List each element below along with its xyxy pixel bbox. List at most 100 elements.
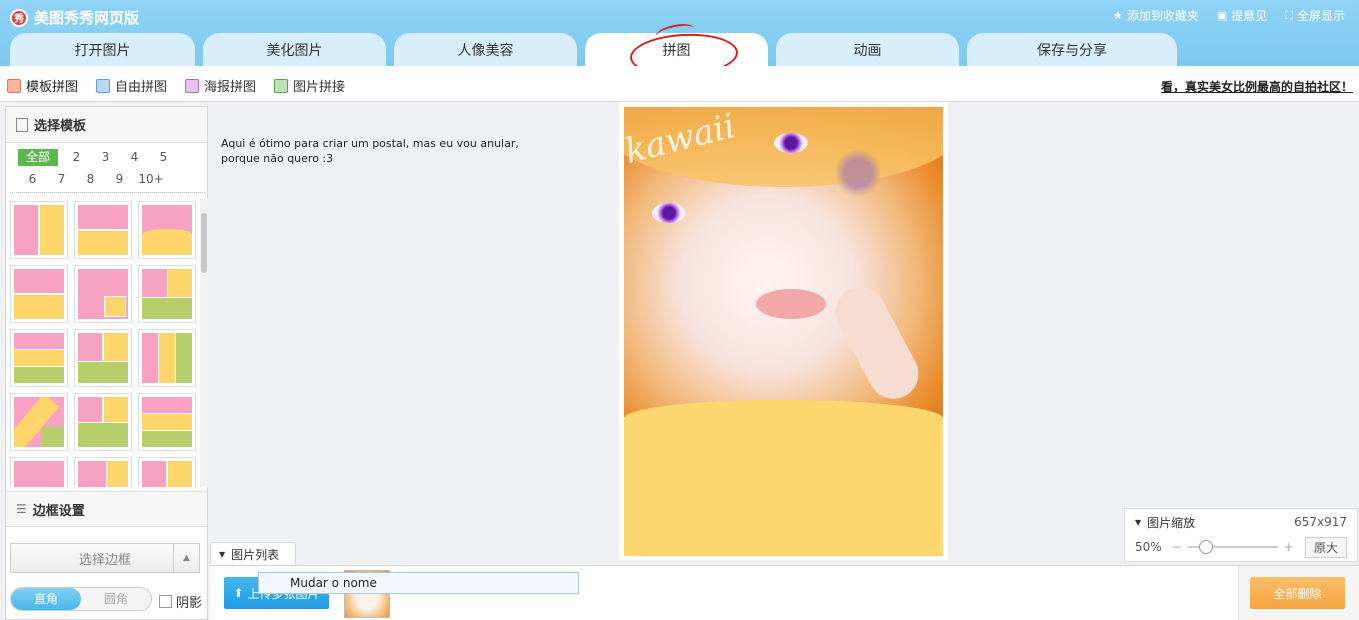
original-size-button[interactable]: 原大	[1304, 536, 1347, 558]
zoom-controls: 50% − + 原大	[1125, 535, 1357, 559]
template-thumbnail[interactable]	[74, 393, 132, 451]
filter-5[interactable]: 5	[149, 149, 178, 166]
zoom-in-icon[interactable]: +	[1284, 540, 1294, 554]
zoom-panel-header: ▼ 图片缩放 657x917	[1125, 509, 1357, 535]
collapse-triangle-icon[interactable]: ▼	[1135, 518, 1141, 527]
subtab-template-collage[interactable]: 模板拼图	[7, 76, 78, 95]
meitu-logo-icon: 秀	[10, 8, 28, 27]
template-thumbnail[interactable]	[10, 201, 68, 259]
zoom-percent: 50%	[1135, 540, 1162, 554]
filter-all[interactable]: 全部	[18, 149, 58, 166]
template-thumbnail[interactable]	[138, 393, 196, 451]
template-thumbnail[interactable]	[10, 457, 68, 487]
fullscreen-icon: ⛶	[1285, 8, 1293, 22]
subtab-label: 自由拼图	[115, 80, 168, 95]
template-thumbnail[interactable]	[10, 265, 68, 323]
delete-all-button[interactable]: 全部删除	[1250, 577, 1345, 609]
upload-arrow-icon: ⬆	[233, 586, 244, 600]
sub-toolbar: 模板拼图 自由拼图 海报拼图 图片拼接 看，真实美女比例最高的自拍社区！	[0, 66, 1359, 102]
filter-3[interactable]: 3	[91, 149, 120, 166]
delete-all-label: 全部删除	[1273, 586, 1322, 601]
template-icon	[16, 117, 28, 132]
zoom-panel: ▼ 图片缩放 657x917 50% − + 原大	[1124, 508, 1358, 562]
square-corner-option[interactable]: 直角	[11, 588, 81, 610]
template-thumbnail[interactable]	[74, 201, 132, 259]
comment-icon: ▣	[1216, 9, 1228, 22]
fullscreen-label: 全屏显示	[1296, 9, 1345, 23]
template-collage-icon	[7, 78, 21, 93]
tab-animation[interactable]: 动画	[776, 33, 959, 66]
template-thumbnail[interactable]	[74, 265, 132, 323]
tab-label: 人像美容	[457, 42, 514, 59]
subtab-free-collage[interactable]: 自由拼图	[96, 76, 167, 95]
add-favorite-label: 添加到收藏夹	[1126, 9, 1199, 23]
top-bar: 秀 美图秀秀网页版 ★ 添加到收藏夹 ▣ 提意见 ⛶ 全屏显示 打开图片 美化图…	[0, 0, 1359, 79]
image-list-tab[interactable]: ▼ 图片列表	[210, 542, 296, 566]
collage-photo[interactable]: kawaii	[624, 107, 943, 427]
tab-collage[interactable]: 拼图	[585, 21, 768, 79]
zoom-slider[interactable]	[1187, 540, 1278, 554]
tab-beautify[interactable]: 美化图片	[203, 33, 386, 66]
image-dimensions: 657x917	[1294, 515, 1347, 529]
free-collage-icon	[96, 78, 111, 93]
corner-style-toggle: 直角 圆角	[10, 587, 152, 611]
collapse-triangle-icon: ▼	[219, 550, 226, 559]
photo-lips	[756, 289, 826, 319]
template-grid	[8, 199, 198, 487]
user-note-text: Aqui é ótimo para criar um postal, mas e…	[221, 137, 519, 165]
rename-tooltip: Mudar o nome	[258, 572, 579, 594]
tab-portrait[interactable]: 人像美容	[394, 33, 577, 66]
subtab-image-stitch[interactable]: 图片拼接	[274, 76, 345, 95]
template-panel: 选择模板 全部 2 3 4 5 6 7 8 9 10+ ☰ 边框设置 选择边框 …	[5, 106, 208, 620]
subtab-poster-collage[interactable]: 海报拼图	[185, 76, 256, 95]
shadow-label: 阴影	[176, 596, 203, 611]
template-panel-header: 选择模板	[6, 107, 207, 143]
filter-8[interactable]: 8	[76, 171, 105, 188]
dropdown-arrow-icon: ▲	[173, 544, 199, 572]
tab-label: 打开图片	[74, 42, 131, 59]
collage-mode-tabs: 模板拼图 自由拼图 海报拼图 图片拼接	[7, 76, 345, 95]
image-stitch-icon	[274, 78, 289, 93]
subtab-label: 海报拼图	[204, 80, 257, 95]
template-thumbnail[interactable]	[138, 457, 196, 487]
collage-canvas[interactable]: kawaii	[619, 102, 948, 560]
tab-save-share[interactable]: 保存与分享	[967, 33, 1177, 66]
template-thumbnail[interactable]	[74, 457, 132, 487]
feedback-link[interactable]: ▣ 提意见	[1217, 7, 1267, 24]
scrollbar-thumb[interactable]	[201, 213, 207, 273]
template-thumbnail[interactable]	[10, 393, 68, 451]
piece-count-filters: 全部 2 3 4 5 6 7 8 9 10+	[10, 143, 205, 193]
fullscreen-link[interactable]: ⛶ 全屏显示	[1285, 7, 1345, 24]
shadow-checkbox[interactable]: 阴影	[159, 592, 202, 611]
shadow-checkbox-box[interactable]	[159, 595, 172, 608]
feedback-label: 提意见	[1231, 9, 1268, 23]
zoom-slider-knob[interactable]	[1198, 540, 1213, 554]
filter-4[interactable]: 4	[120, 149, 149, 166]
subtab-label: 图片拼接	[293, 80, 346, 95]
tab-label: 动画	[853, 42, 882, 59]
template-panel-title: 选择模板	[34, 119, 87, 134]
zoom-out-icon[interactable]: −	[1172, 540, 1182, 554]
add-favorite-link[interactable]: ★ 添加到收藏夹	[1113, 7, 1199, 24]
filter-2[interactable]: 2	[62, 149, 91, 166]
border-select-dropdown[interactable]: 选择边框 ▲	[10, 543, 200, 573]
template-thumbnail[interactable]	[10, 329, 68, 387]
template-thumbnail[interactable]	[138, 265, 196, 323]
template-thumbnail[interactable]	[74, 329, 132, 387]
tab-open-image[interactable]: 打开图片	[10, 33, 195, 66]
template-thumbnail[interactable]	[138, 329, 196, 387]
template-scrollbar[interactable]	[200, 199, 208, 487]
main-tabs: 打开图片 美化图片 人像美容 拼图 动画 保存与分享	[0, 21, 1200, 79]
poster-collage-icon	[185, 78, 200, 93]
template-thumbnail[interactable]	[138, 201, 196, 259]
filter-10-plus[interactable]: 10+	[134, 171, 168, 188]
round-corner-option[interactable]: 圆角	[81, 588, 151, 610]
promo-link[interactable]: 看，真实美女比例最高的自拍社区！	[1161, 78, 1353, 95]
filter-6[interactable]: 6	[18, 171, 47, 188]
filter-9[interactable]: 9	[105, 171, 134, 188]
sliders-icon: ☰	[16, 502, 27, 516]
border-select-label: 选择边框	[78, 552, 131, 568]
photo-wing-tattoo	[836, 147, 880, 199]
filter-7[interactable]: 7	[47, 171, 76, 188]
app-title: 美图秀秀网页版	[34, 9, 140, 27]
